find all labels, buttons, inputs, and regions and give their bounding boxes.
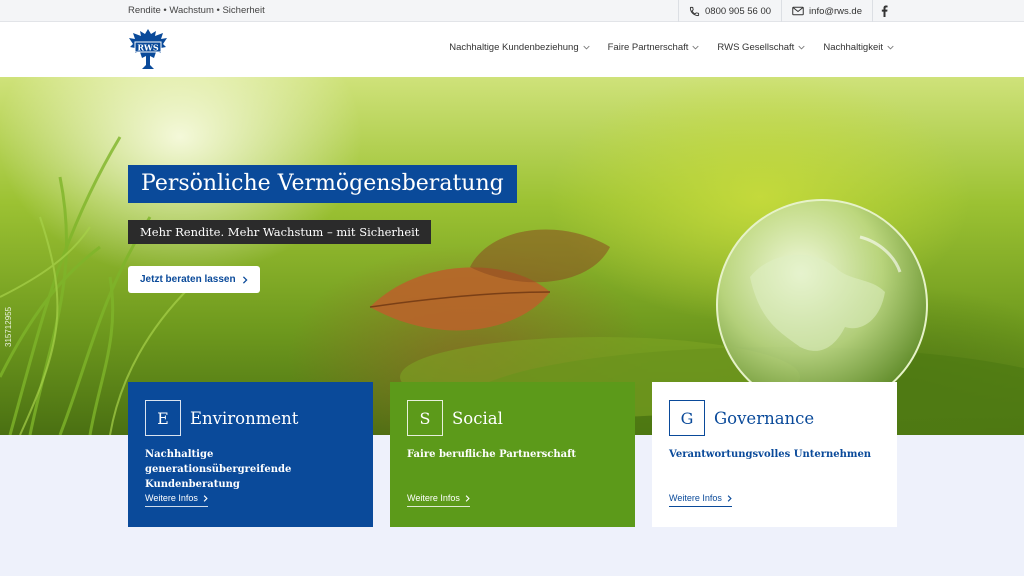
logo-text: RWS: [137, 43, 158, 53]
email-link[interactable]: info@rws.de: [781, 0, 872, 22]
contact-bar: 0800 905 56 00 info@rws.de: [678, 0, 896, 22]
consult-button-label: Jetzt beraten lassen: [140, 274, 236, 285]
eagle-logo: RWS: [129, 29, 167, 69]
hero-title: Persönliche Vermögensberatung: [128, 165, 517, 203]
card-environment: E Environment Nachhaltige generationsübe…: [128, 382, 373, 527]
chevron-down-icon: [798, 45, 805, 50]
card-title: Governance: [714, 408, 815, 428]
rws-logo[interactable]: RWS: [128, 27, 168, 71]
facebook-icon: [881, 5, 888, 17]
chevron-right-icon: [203, 494, 208, 502]
email-address: info@rws.de: [809, 5, 862, 17]
chevron-down-icon: [692, 45, 700, 50]
nav-item-kundenbeziehung[interactable]: Nachhaltige Kundenbeziehung: [449, 42, 590, 53]
card-description: Faire berufliche Partnerschaft: [407, 449, 577, 460]
top-bar: Rendite • Wachstum • Sicherheit 0800 905…: [0, 0, 1024, 22]
card-title: Environment: [190, 408, 299, 428]
chevron-down-icon: [887, 45, 894, 50]
card-social: S Social Faire berufliche Partnerschaft …: [390, 382, 635, 527]
card-description: Nachhaltige generationsübergreifende Kun…: [145, 449, 292, 490]
hero-subtitle: Mehr Rendite. Mehr Wachstum – mit Sicher…: [128, 220, 432, 244]
chevron-right-icon: [242, 275, 248, 284]
card-letter: S: [407, 400, 443, 436]
facebook-link[interactable]: [872, 0, 896, 22]
chevron-right-icon: [727, 494, 732, 502]
card-governance: G Governance Verantwortungsvolles Untern…: [652, 382, 897, 527]
more-info-link[interactable]: Weitere Infos: [669, 493, 732, 507]
nav-item-nachhaltigkeit[interactable]: Nachhaltigkeit: [823, 42, 894, 53]
image-watermark: 315712955: [4, 306, 13, 347]
card-letter: E: [145, 400, 181, 436]
site-header: RWS Nachhaltige Kundenbeziehung Faire Pa…: [0, 22, 1024, 77]
consult-button[interactable]: Jetzt beraten lassen: [128, 266, 260, 293]
mail-icon: [792, 6, 804, 16]
nav-item-gesellschaft[interactable]: RWS Gesellschaft: [717, 42, 805, 53]
main-nav: Nachhaltige Kundenbeziehung Faire Partne…: [449, 42, 894, 53]
card-title: Social: [452, 408, 503, 428]
phone-number: 0800 905 56 00: [705, 5, 772, 17]
more-info-link[interactable]: Weitere Infos: [407, 493, 470, 507]
phone-link[interactable]: 0800 905 56 00: [678, 0, 781, 22]
card-description: Verantwortungsvolles Unternehmen: [669, 449, 872, 460]
tagline: Rendite • Wachstum • Sicherheit: [128, 5, 265, 16]
more-info-link[interactable]: Weitere Infos: [145, 493, 208, 507]
chevron-right-icon: [465, 494, 470, 502]
phone-icon: [689, 6, 700, 16]
nav-item-partnerschaft[interactable]: Faire Partnerschaft: [608, 42, 700, 53]
card-letter: G: [669, 400, 705, 436]
chevron-down-icon: [583, 45, 590, 50]
